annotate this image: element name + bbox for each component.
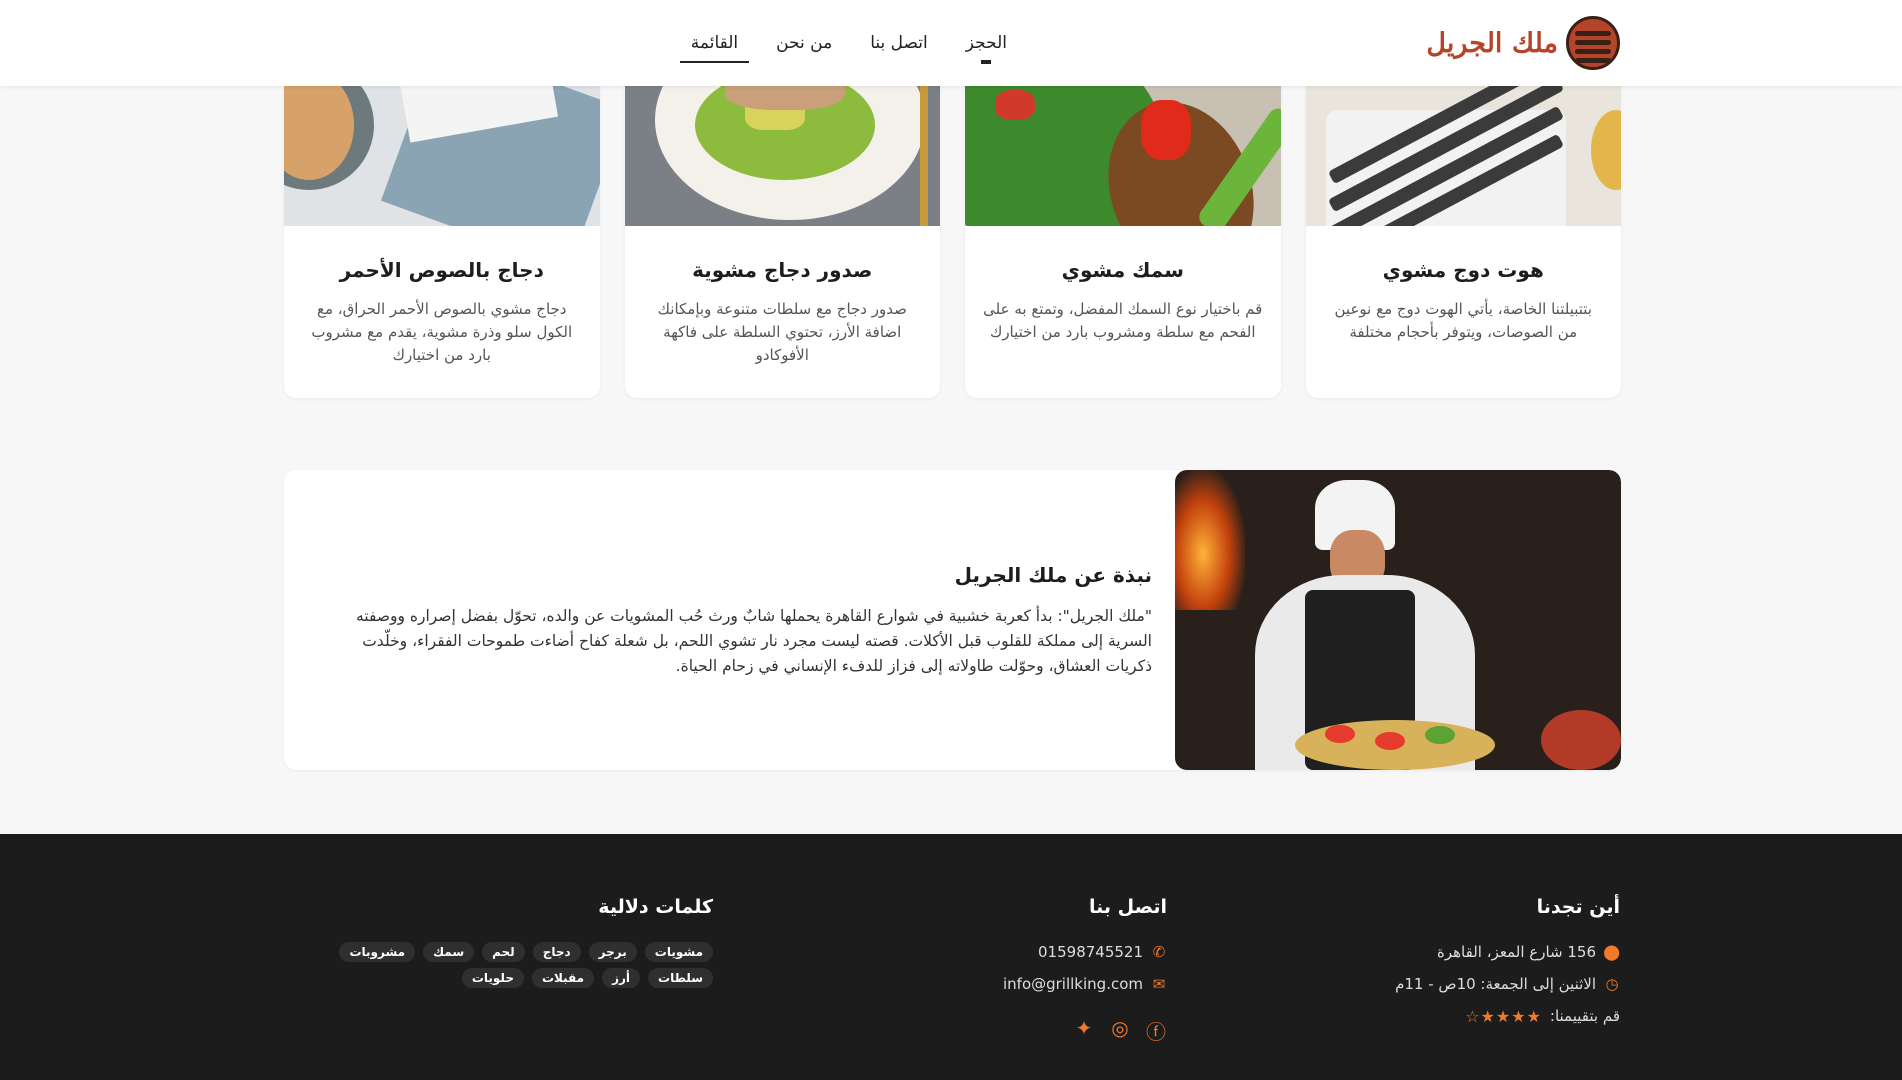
tag-drinks[interactable]: مشروبات (339, 942, 416, 962)
tag-salads[interactable]: سلطات (648, 968, 713, 988)
site-header: ملك الجريل القائمة من نحن اتصل بنا الحجز (0, 0, 1902, 86)
about-section: نبذة عن ملك الجريل "ملك الجريل": بدأ كعر… (284, 470, 1621, 770)
card-description: قم باختيار نوع السمك المفضل، وتمتع به عل… (983, 300, 1263, 341)
card-description: صدور دجاج مع سلطات متنوعة وبإمكانك اضافة… (657, 300, 907, 364)
nav-menu[interactable]: القائمة (672, 0, 757, 86)
instagram-icon[interactable]: ◎ (1109, 1016, 1131, 1045)
keyword-tags: مشويات برجر دجاج لحم سمك مشروبات سلطات أ… (283, 942, 713, 988)
address-text: 156 شارع المعز، القاهرة (1437, 943, 1596, 961)
rate-label: قم بتقييمنا: (1549, 1007, 1620, 1025)
site-footer: أين تجدنا ⬤ 156 شارع المعز، القاهرة ◷ ال… (0, 834, 1902, 1080)
phone-icon: ✆ (1152, 943, 1166, 961)
tag-grills[interactable]: مشويات (644, 942, 713, 962)
grill-logo-icon (1566, 16, 1620, 70)
card-description: بتتبيلتنا الخاصة، يأتي الهوت دوج مع نوعي… (1334, 300, 1592, 341)
tag-rice[interactable]: أرز (602, 968, 641, 988)
hours-text: الاثنين إلى الجمعة: 10ص - 11م (1395, 975, 1596, 993)
tag-burger[interactable]: برجر (588, 942, 637, 962)
email-text[interactable]: info@grillking.com (1003, 975, 1143, 993)
brand-name: ملك الجريل (1426, 27, 1558, 59)
card-title: هوت دوج مشوي (1382, 258, 1544, 282)
tag-fish[interactable]: سمك (423, 942, 475, 962)
nav-about[interactable]: من نحن (757, 0, 851, 86)
footer-contact: اتصل بنا ✆ 01598745521 ✉ info@grillking.… (1003, 896, 1167, 1045)
tag-meat[interactable]: لحم (482, 942, 525, 962)
card-title: دجاج بالصوص الأحمر (339, 258, 544, 282)
about-text: "ملك الجريل": بدأ كعربة خشبية في شوارع ا… (355, 607, 1152, 675)
rating-stars[interactable]: ★★★★☆ (1465, 1007, 1542, 1026)
facebook-icon[interactable]: ⓕ (1145, 1016, 1167, 1045)
footer-keywords: كلمات دلالية مشويات برجر دجاج لحم سمك مش… (283, 896, 713, 988)
envelope-icon: ✉ (1152, 975, 1166, 993)
twitter-icon[interactable]: ✦ (1073, 1016, 1095, 1045)
footer-keywords-title: كلمات دلالية (598, 896, 713, 918)
footer-contact-title: اتصل بنا (1089, 896, 1167, 918)
tag-chicken[interactable]: دجاج (532, 942, 581, 962)
card-title: صدور دجاج مشوية (692, 258, 873, 282)
brand[interactable]: ملك الجريل (1426, 16, 1620, 70)
phone-row: ✆ 01598745521 (1003, 942, 1167, 962)
rating-row: قم بتقييمنا: ★★★★☆ (1395, 1006, 1620, 1026)
hours-row: ◷ الاثنين إلى الجمعة: 10ص - 11م (1395, 974, 1620, 994)
map-pin-icon: ⬤ (1603, 943, 1620, 961)
card-description: دجاج مشوي بالصوص الأحمر الحراق، مع الكول… (311, 300, 573, 364)
phone-text[interactable]: 01598745521 (1038, 943, 1143, 961)
main-nav: القائمة من نحن اتصل بنا الحجز (672, 0, 1026, 86)
social-links: ⓕ ◎ ✦ (1003, 1016, 1167, 1045)
card-title: سمك مشوي (1061, 258, 1184, 282)
email-row: ✉ info@grillking.com (1003, 974, 1167, 994)
clock-icon: ◷ (1605, 975, 1619, 993)
nav-contact[interactable]: اتصل بنا (851, 0, 947, 86)
about-title: نبذة عن ملك الجريل (954, 563, 1152, 587)
nav-booking[interactable]: الحجز (947, 0, 1026, 86)
address-row: ⬤ 156 شارع المعز، القاهرة (1395, 942, 1620, 962)
tag-desserts[interactable]: حلويات (461, 968, 524, 988)
chef-image (1175, 470, 1621, 770)
footer-location: أين تجدنا ⬤ 156 شارع المعز، القاهرة ◷ ال… (1395, 896, 1620, 1038)
tag-appetizers[interactable]: مقبلات (531, 968, 595, 988)
footer-location-title: أين تجدنا (1536, 896, 1620, 918)
